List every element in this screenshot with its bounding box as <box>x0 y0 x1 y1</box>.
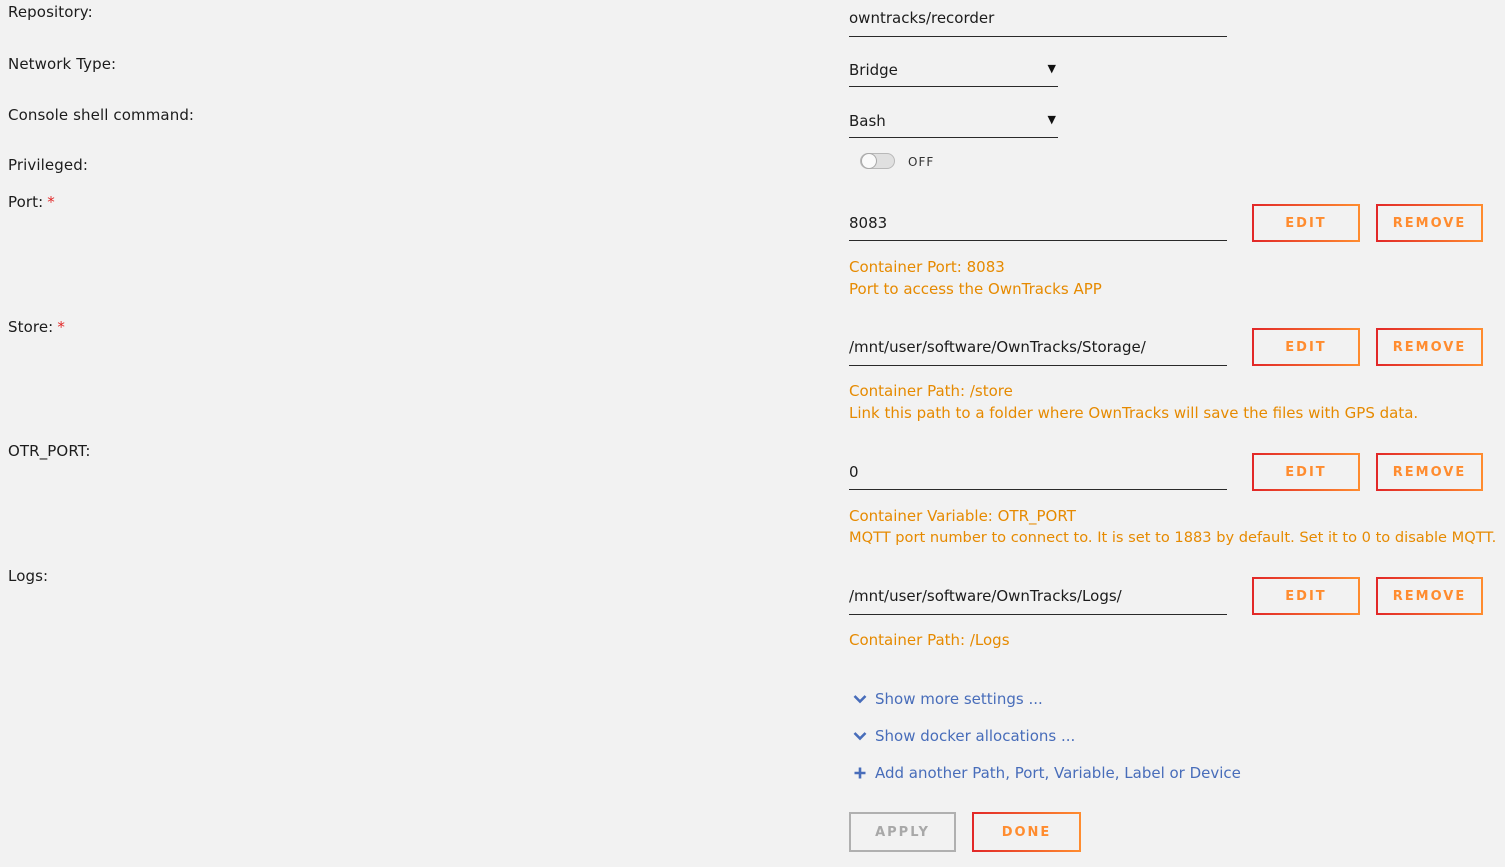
store-help-line2: Link this path to a folder where OwnTrac… <box>849 404 1419 422</box>
otr-port-value: 0 <box>849 463 859 481</box>
logs-label: Logs: <box>8 567 49 585</box>
repository-value: owntracks/recorder <box>849 9 995 27</box>
network-type-select[interactable]: Bridge ▼ <box>849 61 1058 87</box>
store-edit-button[interactable]: EDIT <box>1252 328 1360 366</box>
chevron-down-icon <box>852 694 868 704</box>
port-input[interactable]: 8083 <box>849 214 1227 241</box>
done-button[interactable]: DONE <box>972 812 1081 852</box>
logs-value: /mnt/user/software/OwnTracks/Logs/ <box>849 587 1122 605</box>
plus-icon <box>852 767 868 779</box>
otr-port-edit-button[interactable]: EDIT <box>1252 453 1360 491</box>
repository-label: Repository: <box>8 3 93 21</box>
repository-input[interactable]: owntracks/recorder <box>849 9 1227 37</box>
port-edit-button[interactable]: EDIT <box>1252 204 1360 242</box>
otr-port-input[interactable]: 0 <box>849 463 1227 490</box>
store-remove-button[interactable]: REMOVE <box>1376 328 1483 366</box>
store-label: Store: * <box>8 318 65 336</box>
port-label-text: Port: <box>8 193 44 211</box>
logs-edit-button[interactable]: EDIT <box>1252 577 1360 615</box>
logs-help: Container Path: /Logs <box>849 629 1010 651</box>
store-help: Container Path: /store Link this path to… <box>849 380 1418 424</box>
console-shell-select[interactable]: Bash ▼ <box>849 112 1058 138</box>
otr-port-help: Container Variable: OTR_PORT MQTT port n… <box>849 505 1496 549</box>
port-help: Container Port: 8083 Port to access the … <box>849 256 1102 300</box>
add-another-text: Add another Path, Port, Variable, Label … <box>875 764 1241 782</box>
otr-port-label: OTR_PORT: <box>8 442 91 460</box>
port-help-line1: Container Port: 8083 <box>849 258 1005 276</box>
show-more-settings-link[interactable]: Show more settings ... <box>852 690 1043 708</box>
port-help-line2: Port to access the OwnTracks APP <box>849 280 1102 298</box>
logs-remove-button[interactable]: REMOVE <box>1376 577 1483 615</box>
privileged-label: Privileged: <box>8 156 88 174</box>
network-type-label: Network Type: <box>8 55 117 73</box>
port-label: Port: * <box>8 193 55 211</box>
required-marker: * <box>57 318 65 336</box>
console-shell-value: Bash <box>849 112 886 130</box>
port-remove-button[interactable]: REMOVE <box>1376 204 1483 242</box>
console-shell-label: Console shell command: <box>8 106 195 124</box>
otr-port-help-line2: MQTT port number to connect to. It is se… <box>849 529 1497 546</box>
store-value: /mnt/user/software/OwnTracks/Storage/ <box>849 338 1146 356</box>
show-docker-allocations-link[interactable]: Show docker allocations ... <box>852 727 1075 745</box>
required-marker: * <box>47 193 55 211</box>
privileged-toggle[interactable] <box>860 153 895 169</box>
logs-help-line1: Container Path: /Logs <box>849 631 1010 649</box>
apply-button[interactable]: APPLY <box>849 812 956 852</box>
store-help-line1: Container Path: /store <box>849 382 1013 400</box>
caret-down-icon: ▼ <box>1047 113 1056 126</box>
otr-port-remove-button[interactable]: REMOVE <box>1376 453 1483 491</box>
chevron-down-icon <box>852 731 868 741</box>
privileged-state: OFF <box>908 155 935 169</box>
store-input[interactable]: /mnt/user/software/OwnTracks/Storage/ <box>849 338 1227 366</box>
show-docker-allocations-text: Show docker allocations ... <box>875 727 1076 745</box>
logs-input[interactable]: /mnt/user/software/OwnTracks/Logs/ <box>849 587 1227 615</box>
port-value: 8083 <box>849 214 888 232</box>
show-more-settings-text: Show more settings ... <box>875 690 1043 708</box>
caret-down-icon: ▼ <box>1047 62 1056 75</box>
toggle-knob <box>861 153 877 169</box>
otr-port-help-line1: Container Variable: OTR_PORT <box>849 507 1076 525</box>
network-type-value: Bridge <box>849 61 898 79</box>
store-label-text: Store: <box>8 318 54 336</box>
add-another-link[interactable]: Add another Path, Port, Variable, Label … <box>852 764 1241 782</box>
